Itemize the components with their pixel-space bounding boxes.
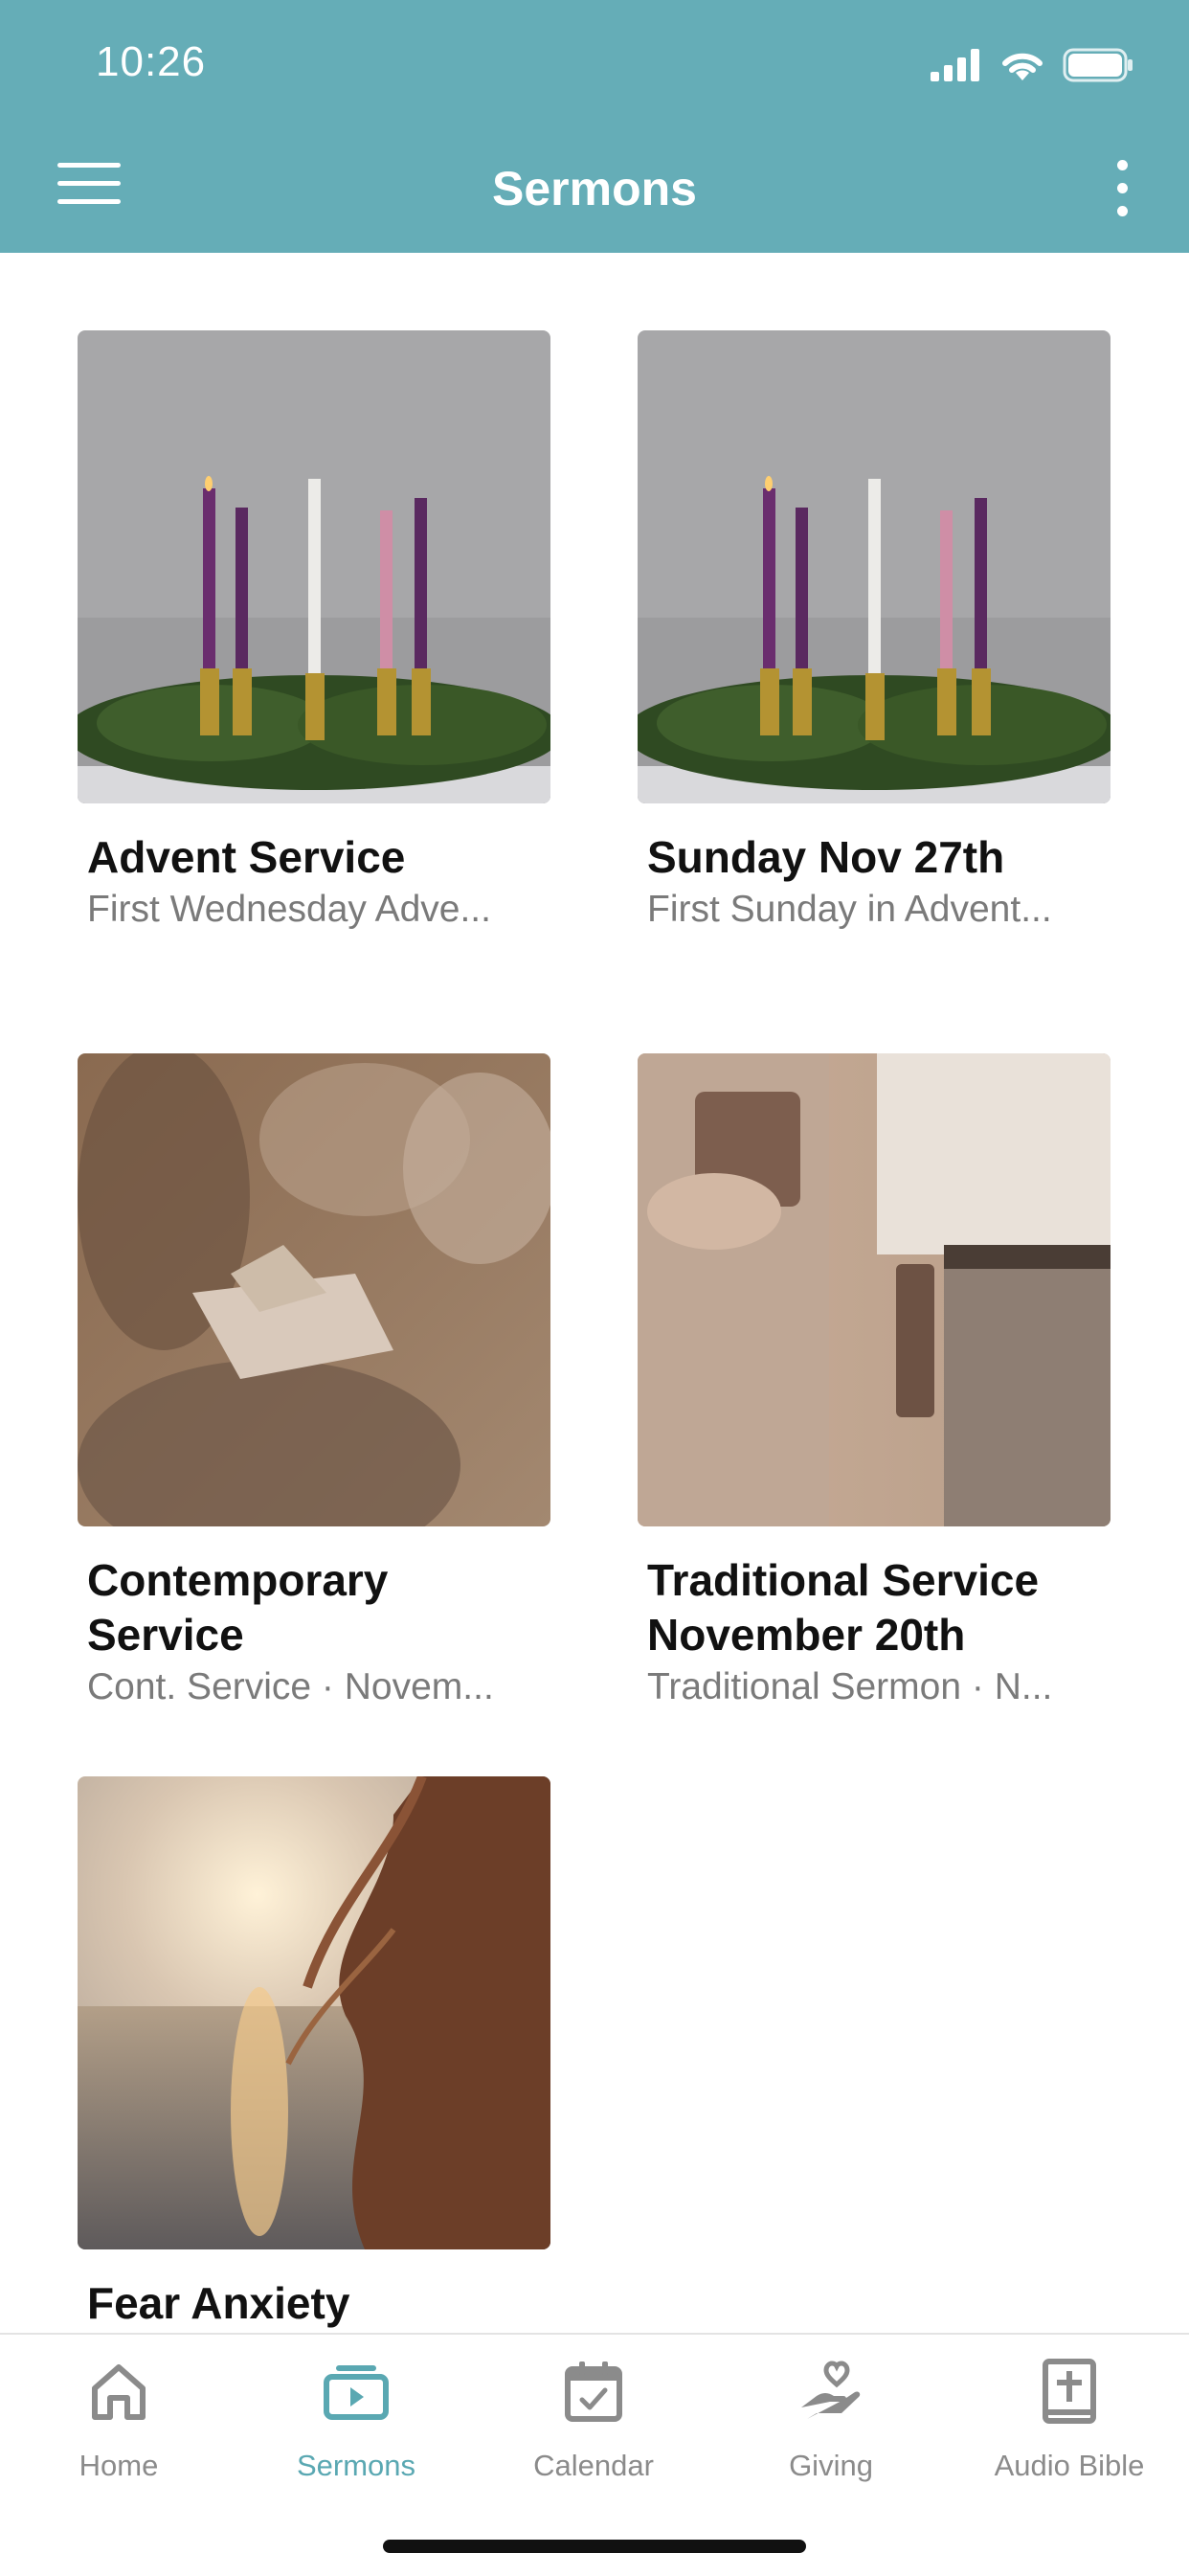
- tab-sermons[interactable]: Sermons: [237, 2358, 475, 2483]
- sermons-icon: [324, 2365, 389, 2420]
- sermon-card[interactable]: Fear Anxiety: [78, 1776, 550, 2331]
- sermon-subtitle: First Wednesday Adve...: [87, 889, 491, 930]
- tab-audio-bible-label: Audio Bible: [994, 2449, 1145, 2482]
- sermon-thumbnail: [638, 330, 1110, 803]
- sermon-card[interactable]: Sunday Nov 27th First Sunday in Advent..…: [638, 330, 1110, 935]
- more-options-button[interactable]: [1099, 158, 1143, 217]
- tab-sermons-label: Sermons: [296, 2449, 416, 2482]
- tab-calendar[interactable]: Calendar: [475, 2358, 712, 2483]
- sermon-thumbnail: [78, 330, 550, 803]
- tab-calendar-label: Calendar: [533, 2449, 654, 2482]
- sermon-title: Fear Anxiety: [87, 2278, 350, 2328]
- sermon-title: Contemporary Service: [87, 1555, 389, 1660]
- tab-home-label: Home: [79, 2449, 159, 2482]
- sermon-card[interactable]: Contemporary Service Cont. Service · Nov…: [78, 1053, 550, 1712]
- sermon-thumbnail: [78, 1776, 550, 2249]
- home-icon: [92, 2364, 146, 2420]
- tab-giving-label: Giving: [789, 2449, 873, 2482]
- sermon-thumbnail: [78, 1053, 550, 1526]
- battery-icon: [1063, 48, 1133, 82]
- calendar-icon: [565, 2361, 622, 2422]
- tab-audio-bible[interactable]: Audio Bible: [950, 2358, 1189, 2483]
- sermon-card[interactable]: Advent Service First Wednesday Adve...: [78, 330, 550, 935]
- giving-icon: [801, 2361, 861, 2419]
- home-indicator: [383, 2540, 806, 2553]
- bottom-tab-bar: Home Sermons Calendar Giving Audio Bible: [0, 2333, 1189, 2576]
- sermon-subtitle: Cont. Service · Novem...: [87, 1666, 494, 1707]
- signal-icon: [931, 49, 979, 81]
- tab-home[interactable]: Home: [0, 2358, 237, 2483]
- wifi-icon: [1002, 53, 1043, 80]
- tab-giving[interactable]: Giving: [712, 2358, 950, 2483]
- sermon-title: Sunday Nov 27th: [647, 832, 1005, 882]
- sermon-title: Traditional Service November 20th: [647, 1555, 1040, 1660]
- sermon-subtitle: First Sunday in Advent...: [647, 889, 1052, 930]
- status-icons: [931, 48, 1133, 82]
- status-time: 10:26: [96, 38, 207, 85]
- sermon-card[interactable]: Traditional Service November 20th Tradit…: [638, 1053, 1110, 1712]
- page-title: Sermons: [492, 162, 697, 215]
- sermon-subtitle: Traditional Sermon · N...: [647, 1666, 1053, 1707]
- top-app-bar: 10:26 Sermons: [0, 0, 1189, 253]
- audio-bible-icon: [1043, 2359, 1096, 2424]
- sermon-title: Advent Service: [87, 832, 406, 882]
- sermon-thumbnail: [638, 1053, 1110, 1526]
